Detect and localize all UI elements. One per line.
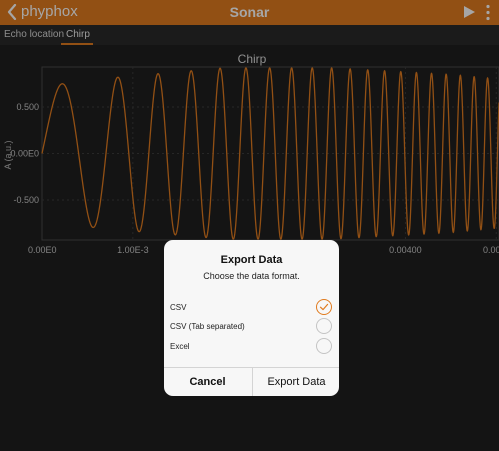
format-option-label: Excel (170, 342, 190, 351)
format-option-label: CSV (170, 303, 187, 312)
dialog-subtitle: Choose the data format. (203, 271, 300, 281)
dialog-title: Export Data (220, 254, 283, 266)
cancel-button[interactable]: Cancel (164, 368, 251, 396)
export-data-button[interactable]: Export Data (252, 368, 339, 396)
export-data-dialog: Export Data Choose the data format. CSV … (164, 240, 339, 396)
format-option-csv[interactable]: CSV (164, 298, 339, 318)
format-option-excel[interactable]: Excel (164, 337, 339, 357)
checkmark-icon (319, 303, 329, 311)
radio-checked[interactable] (316, 299, 332, 315)
format-option-csv-tab[interactable]: CSV (Tab separated) (164, 317, 339, 337)
format-option-label: CSV (Tab separated) (170, 322, 245, 331)
radio-unchecked[interactable] (316, 318, 332, 334)
radio-unchecked[interactable] (316, 338, 332, 354)
dialog-button-row: Cancel Export Data (164, 367, 339, 396)
